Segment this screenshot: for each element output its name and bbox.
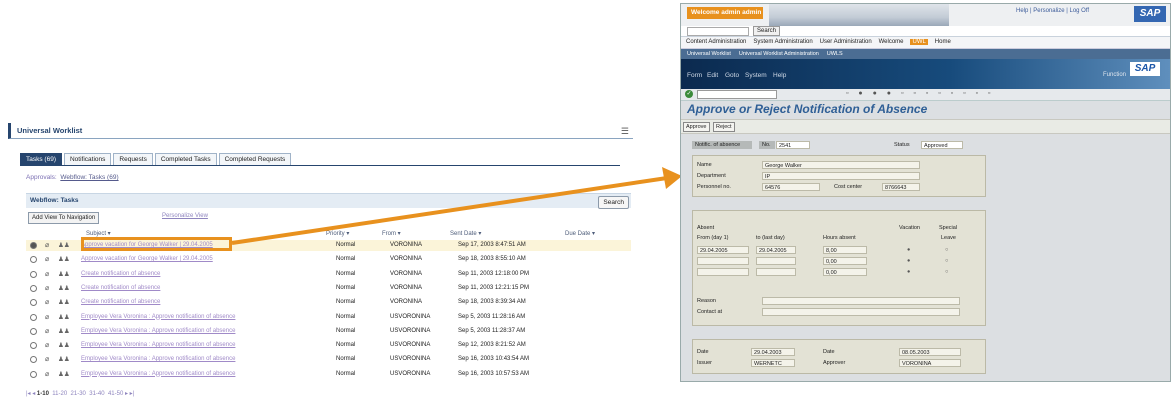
reason-label: Reason <box>697 298 716 304</box>
name-label: Name <box>697 162 712 168</box>
reason-field[interactable] <box>762 297 960 305</box>
leave-label: Leave <box>941 235 956 241</box>
sapgui-menubar: Form Edit Goto System Help Function SAP <box>681 59 1170 89</box>
subnav-uwl[interactable]: Universal Worklist <box>687 51 731 57</box>
banner-image <box>769 4 949 26</box>
date2-field[interactable]: 08.05.2003 <box>899 348 961 356</box>
menu-edit[interactable]: Edit <box>707 72 718 79</box>
hours-field[interactable]: 8,00 <box>823 246 867 254</box>
name-field[interactable]: George Walker <box>762 161 920 169</box>
special-radio[interactable]: ○ <box>945 269 948 275</box>
portal-toplinks[interactable]: Help | Personalize | Log Off <box>1016 8 1089 14</box>
menu-system[interactable]: System <box>745 72 767 79</box>
portal-search: Search <box>681 26 1170 36</box>
special-radio[interactable]: ○ <box>945 247 948 253</box>
vacation-radio[interactable]: ● <box>907 247 910 253</box>
personnel-field[interactable]: 64576 <box>762 183 820 191</box>
from-label: From (day 1) <box>697 235 729 241</box>
nav-home[interactable]: Home <box>935 39 951 45</box>
vacation-radio[interactable]: ● <box>907 269 910 275</box>
cost-center-field[interactable]: 8766643 <box>882 183 920 191</box>
approve-button[interactable]: Approve <box>683 122 710 132</box>
date-field[interactable]: 29.04.2003 <box>751 348 795 356</box>
sap-logo: SAP <box>1134 6 1166 22</box>
hours-field[interactable]: 0,00 <box>823 257 867 265</box>
search-button[interactable]: Search <box>753 26 781 36</box>
check-icon[interactable]: ✓ <box>685 90 693 98</box>
to-date-field[interactable]: 29.04.2005 <box>756 246 796 254</box>
from-date-field[interactable] <box>697 257 749 265</box>
from-date-field[interactable] <box>697 268 749 276</box>
subnav-uwls[interactable]: UWLS <box>827 51 843 57</box>
vacation-label: Vacation <box>899 225 920 231</box>
cost-center-label: Cost center <box>834 184 863 190</box>
issuer-field[interactable]: WERNETC <box>751 359 795 367</box>
status-label: Status <box>894 142 910 148</box>
portal-subnav: Universal Worklist Universal Worklist Ad… <box>681 49 1170 59</box>
sapgui-toolbar: ✓ ▫ ● ● ● ▫ ▫ ▫ ▫ ▫ ▫ ▫ ▫ <box>681 89 1170 101</box>
nav-welcome[interactable]: Welcome <box>879 39 904 45</box>
issuer-label: Issuer <box>697 360 712 366</box>
search-input[interactable] <box>687 27 749 36</box>
toolbar-icons[interactable]: ▫ ● ● ● ▫ ▫ ▫ ▫ ▫ ▫ ▫ ▫ <box>846 90 994 97</box>
approval-group: Date 29.04.2003 Date 08.05.2003 Issuer W… <box>692 339 986 374</box>
subnav-uwl-admin[interactable]: Universal Worklist Administration <box>739 51 819 57</box>
absence-group: Absent From (day 1) to (last day) Hours … <box>692 210 986 326</box>
command-field[interactable] <box>697 90 777 99</box>
special-label: Special <box>939 225 958 231</box>
menu-help[interactable]: Help <box>773 72 786 79</box>
portal-topnav: Content Administration System Administra… <box>681 37 1170 49</box>
to-label: to (last day) <box>756 235 785 241</box>
portal-header: Welcome admin admin Help | Personalize |… <box>681 4 1170 26</box>
nav-user-admin[interactable]: User Administration <box>820 39 872 45</box>
page-title: Approve or Reject Notification of Absenc… <box>687 102 928 116</box>
absent-label: Absent <box>697 225 715 231</box>
no-field[interactable]: 2541 <box>776 141 810 149</box>
special-radio[interactable]: ○ <box>945 258 948 264</box>
department-field[interactable]: IP <box>762 172 920 180</box>
department-label: Department <box>697 173 726 179</box>
status-field[interactable]: Approved <box>921 141 963 149</box>
to-date-field[interactable] <box>756 257 796 265</box>
nav-system-admin[interactable]: System Administration <box>753 39 812 45</box>
date-label: Date <box>697 349 709 355</box>
employee-group: Name George Walker Department IP Personn… <box>692 155 986 197</box>
no-label: No. <box>759 141 775 149</box>
contact-field[interactable] <box>762 308 960 316</box>
approver-field[interactable]: VORONINA <box>899 359 961 367</box>
to-date-field[interactable] <box>756 268 796 276</box>
nav-content-admin[interactable]: Content Administration <box>686 39 746 45</box>
sap-logo: SAP <box>1130 62 1160 76</box>
notif-label: Notific. of absence <box>692 141 752 149</box>
action-buttons: Approve Reject <box>681 119 1170 134</box>
hours-field[interactable]: 0,00 <box>823 268 867 276</box>
vacation-radio[interactable]: ● <box>907 258 910 264</box>
approver-label: Approver <box>823 360 846 366</box>
reject-button[interactable]: Reject <box>713 122 735 132</box>
hours-label: Hours absent <box>823 235 856 241</box>
from-date-field[interactable]: 29.04.2005 <box>697 246 749 254</box>
function-menu[interactable]: Function <box>1103 72 1126 78</box>
contact-label: Contact at <box>697 309 723 315</box>
sapgui-area: Form Edit Goto System Help Function SAP … <box>681 59 1170 381</box>
menu-form[interactable]: Form <box>687 72 702 79</box>
sap-window: Welcome admin admin Help | Personalize |… <box>680 3 1171 382</box>
welcome-label: Welcome admin admin <box>687 7 763 19</box>
nav-uwl[interactable]: UWL <box>910 39 928 45</box>
personnel-label: Personnel no. <box>697 184 731 190</box>
date2-label: Date <box>823 349 835 355</box>
menu-goto[interactable]: Goto <box>725 72 739 79</box>
